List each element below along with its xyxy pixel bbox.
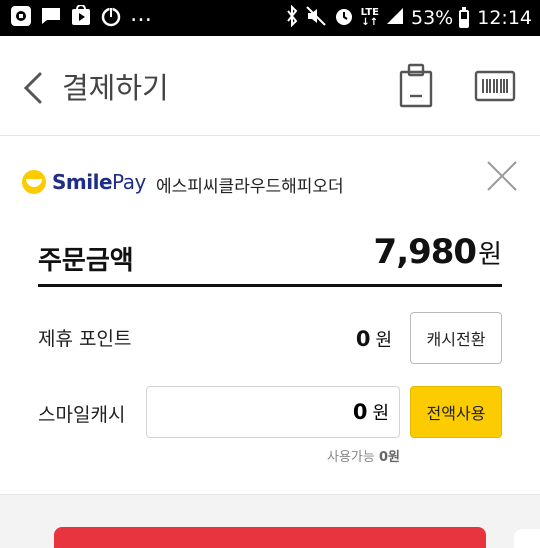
- order-amount-label: 주문금액: [38, 246, 134, 276]
- smile-cash-amount: 0: [352, 400, 368, 424]
- play-store-icon: [70, 4, 92, 31]
- use-all-button[interactable]: 전액사용: [410, 386, 502, 438]
- notification-app-icon: [10, 5, 32, 31]
- status-bar: … LTE ↓↑ 53% 12:14: [0, 0, 540, 36]
- back-arrow-icon: [23, 72, 42, 104]
- order-amount-value: 7,980: [373, 232, 478, 272]
- close-icon: [487, 161, 517, 191]
- payment-card: SmilePay 에스피씨클라우드해피오더 주문금액 7,980 원 제휴 포인…: [0, 140, 540, 494]
- battery-level-fill: [461, 18, 468, 26]
- shopping-bag-icon: [399, 63, 433, 108]
- smilepay-logo: SmilePay: [22, 170, 146, 194]
- battery-icon: [459, 7, 470, 28]
- signal-bars-icon: [385, 6, 405, 30]
- available-value: 0원: [378, 450, 400, 465]
- close-button[interactable]: [484, 158, 520, 194]
- barcode-icon: [474, 70, 516, 102]
- lte-signal-icon: LTE ↓↑: [360, 7, 379, 28]
- available-label: 사용가능: [327, 450, 375, 465]
- alarm-icon: [333, 5, 355, 31]
- clock: 12:14: [477, 7, 532, 29]
- smile-cash-currency: 원: [372, 403, 389, 424]
- mute-icon: [305, 5, 327, 31]
- barcode-button[interactable]: [474, 70, 516, 102]
- order-divider: [38, 284, 502, 287]
- bottom-area: [0, 494, 540, 548]
- app-header: 결제하기: [0, 36, 540, 136]
- smilepay-wordmark: SmilePay: [52, 170, 146, 194]
- status-left: …: [10, 1, 153, 31]
- smile-cash-input[interactable]: 0 원: [146, 386, 400, 438]
- app-root: … LTE ↓↑ 53% 12:14 결제하기 SmilePay 에스피씨클라우…: [0, 0, 540, 548]
- bluetooth-icon: [285, 4, 299, 31]
- more-notifications-icon: …: [130, 1, 153, 27]
- points-label: 제휴 포인트: [38, 328, 132, 350]
- cash-convert-button[interactable]: 캐시전환: [410, 312, 502, 364]
- merchant-name: 에스피씨클라우드해피오더: [156, 177, 344, 197]
- back-button[interactable]: [18, 68, 52, 108]
- order-amount: 7,980 원: [374, 232, 502, 272]
- smile-cash-label: 스마일캐시: [38, 404, 126, 426]
- status-right: LTE ↓↑ 53% 12:14: [285, 4, 532, 31]
- page-title: 결제하기: [62, 71, 169, 105]
- power-icon: [100, 5, 122, 31]
- points-amount: 0: [355, 327, 371, 351]
- available-balance: 사용가능 0원: [327, 446, 400, 465]
- battery-percent: 53%: [411, 7, 454, 29]
- order-amount-currency: 원: [478, 240, 502, 270]
- smile-face-icon: [22, 170, 46, 194]
- points-currency: 원: [375, 330, 392, 351]
- shopping-bag-button[interactable]: [396, 62, 436, 110]
- pay-button[interactable]: [54, 527, 486, 548]
- points-value: 0 원: [356, 326, 392, 352]
- message-icon: [40, 5, 62, 31]
- next-card-edge: [514, 529, 540, 548]
